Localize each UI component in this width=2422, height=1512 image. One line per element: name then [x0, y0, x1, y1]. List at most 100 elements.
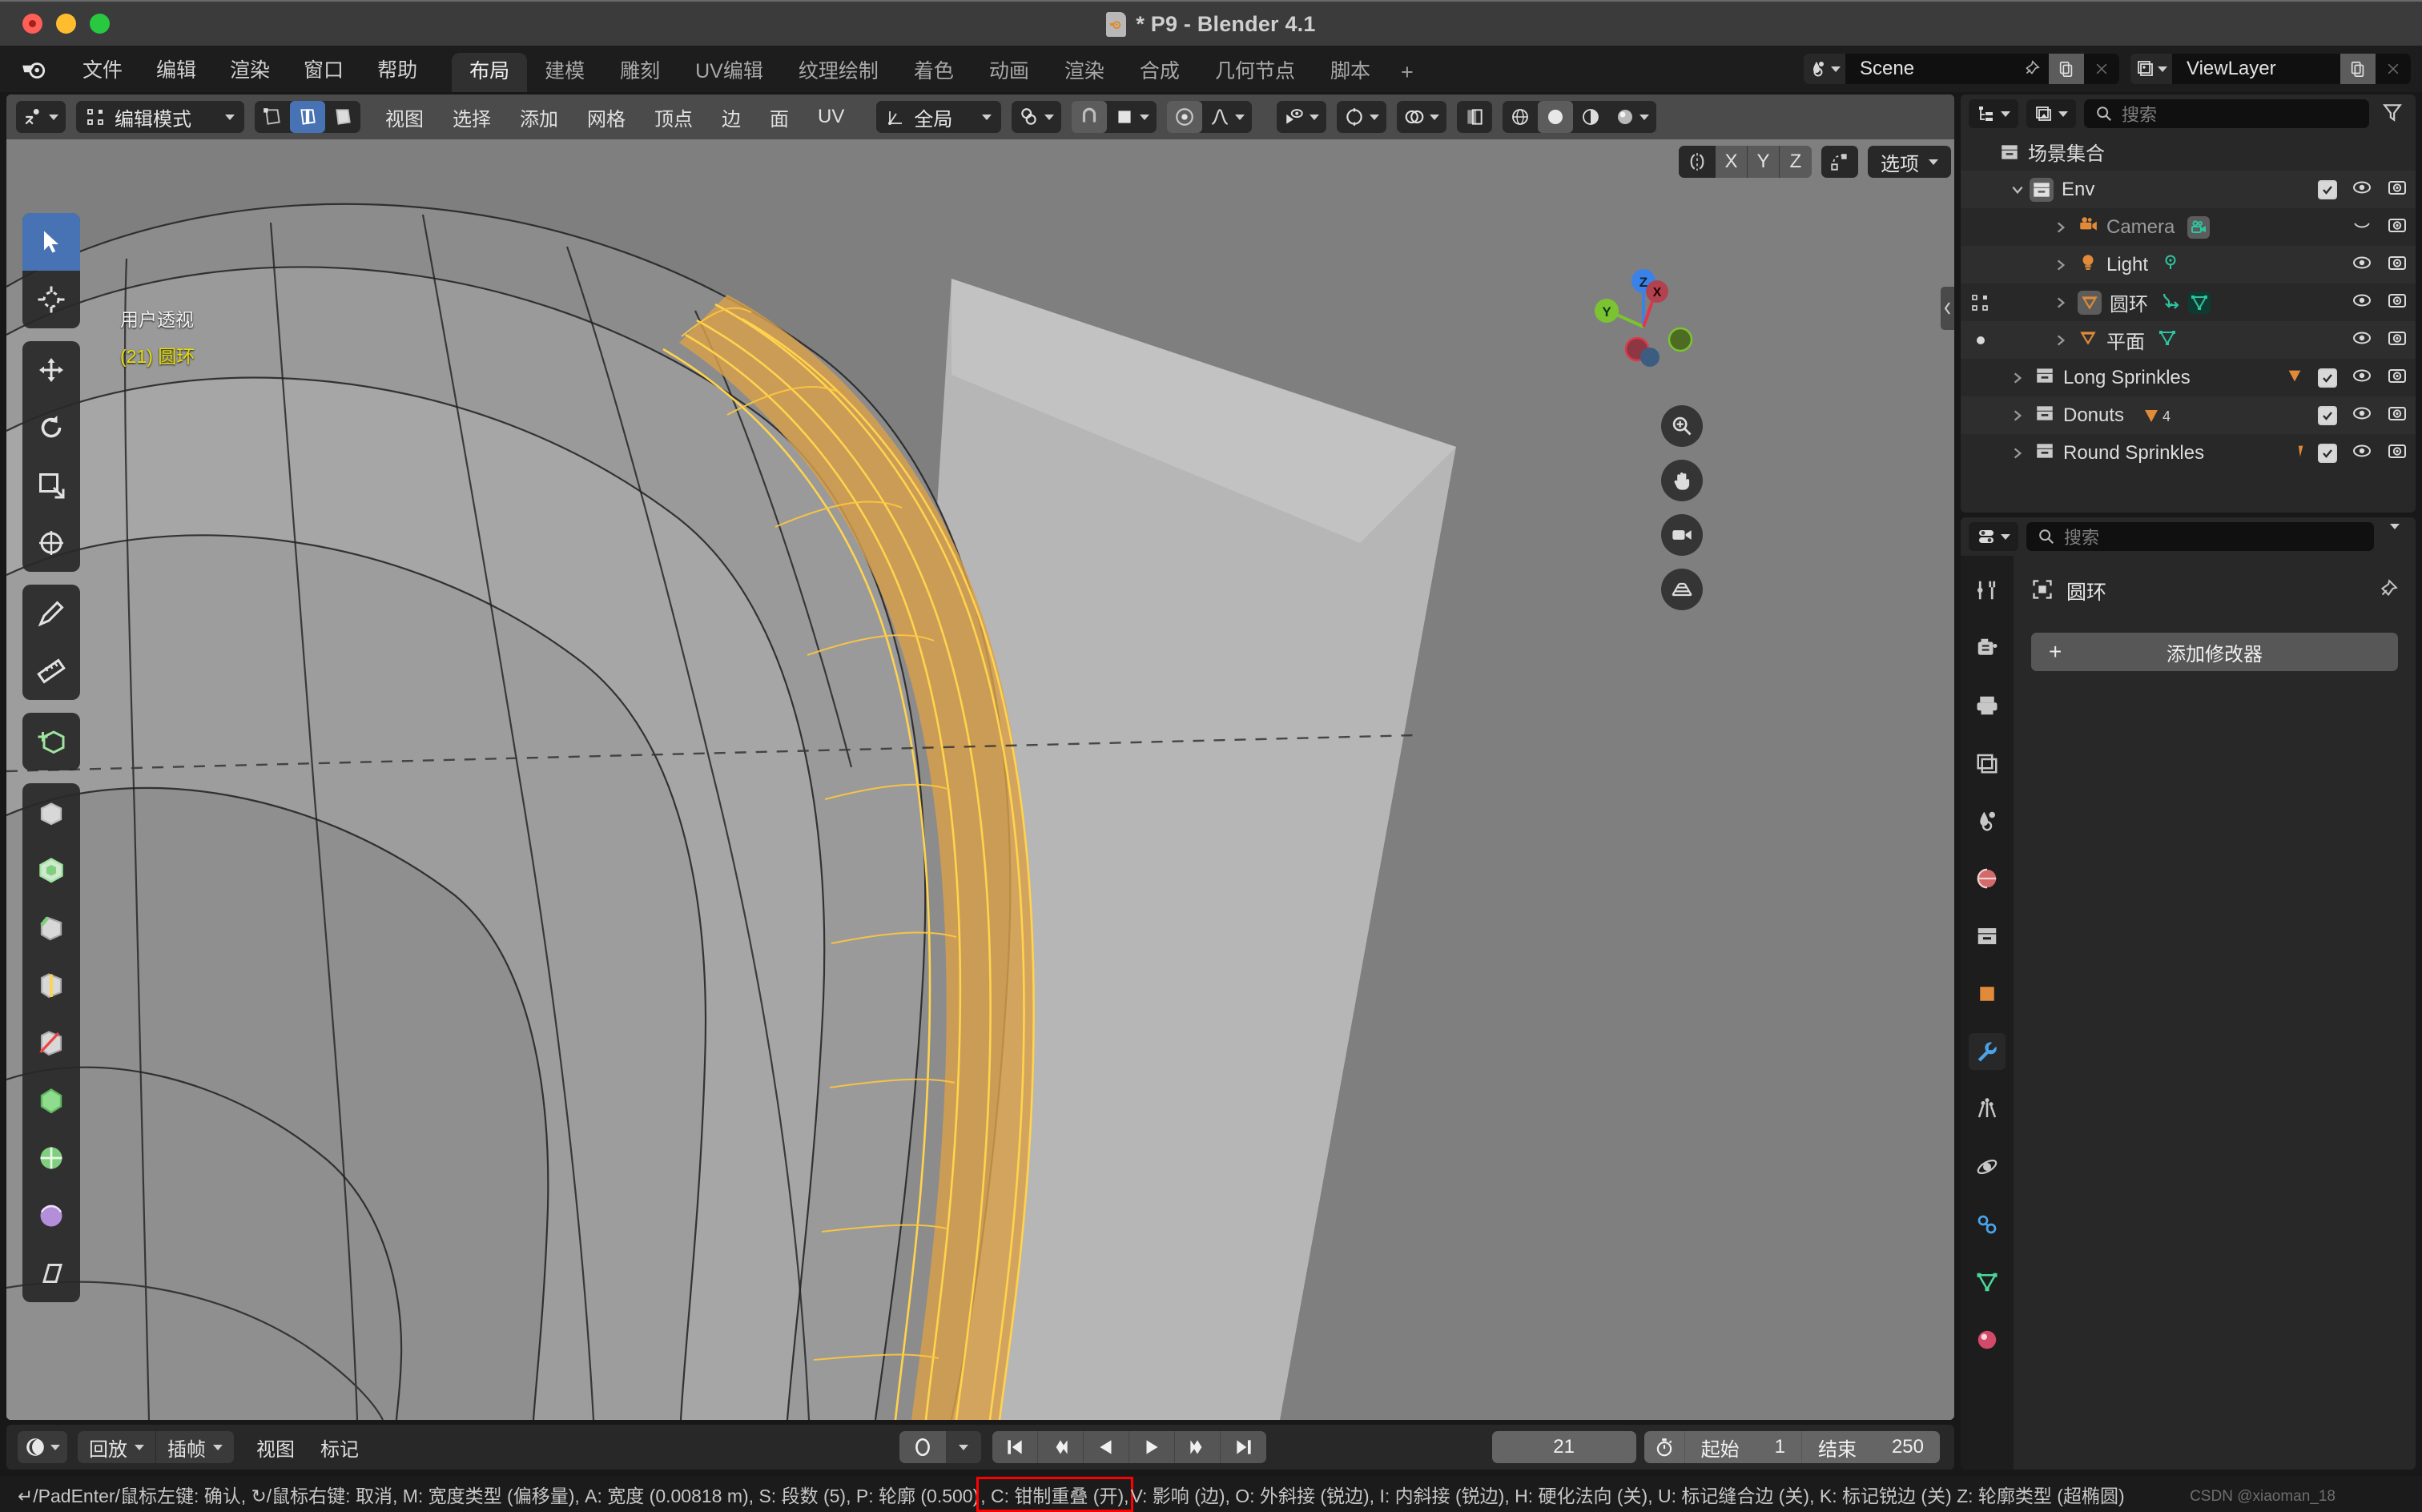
properties-editor[interactable]: 搜索	[1961, 517, 2416, 1470]
inset-faces-tool[interactable]	[22, 841, 80, 899]
expand-arrow-right-icon[interactable]	[2006, 371, 2030, 385]
keying-menu[interactable]: 插帧	[156, 1431, 234, 1463]
proportional-edit-icon[interactable]	[1167, 101, 1202, 133]
tool-tab[interactable]	[1969, 572, 2006, 609]
tab-animation[interactable]: 动画	[972, 53, 1047, 92]
zoom-icon[interactable]	[1661, 405, 1703, 447]
outliner-filter-id-dropdown[interactable]	[2026, 99, 2076, 128]
add-cube-tool[interactable]	[22, 713, 80, 770]
outliner-row-light[interactable]: Light	[1961, 246, 2416, 284]
timeline-editor-icon[interactable]	[18, 1431, 67, 1463]
visibility-eye-icon[interactable]	[2352, 179, 2372, 200]
new-viewlayer-button[interactable]	[2340, 54, 2376, 84]
checkbox-enabled[interactable]	[2318, 406, 2337, 425]
expand-arrow-right-icon[interactable]	[2049, 258, 2073, 272]
jump-to-start-icon[interactable]	[992, 1431, 1038, 1463]
blender-logo-icon[interactable]	[21, 55, 48, 82]
menu-file[interactable]: 文件	[66, 50, 139, 88]
menu-edit[interactable]: 编辑	[139, 50, 213, 88]
menu-window[interactable]: 窗口	[287, 50, 360, 88]
checkbox-enabled[interactable]	[2318, 444, 2337, 463]
pin-icon[interactable]	[2377, 579, 2398, 604]
xray-icon[interactable]	[1457, 101, 1492, 133]
tab-layout[interactable]: 布局	[452, 53, 527, 92]
playback-menu[interactable]: 回放	[78, 1431, 156, 1463]
frame-start-field[interactable]: 起始 1	[1684, 1431, 1801, 1463]
bevel-tool[interactable]	[22, 899, 80, 956]
mirror-cage-icon[interactable]	[1821, 146, 1858, 178]
visibility-eye-icon[interactable]	[2352, 292, 2372, 313]
next-keyframe-icon[interactable]	[1175, 1431, 1221, 1463]
viewport-menu-mesh[interactable]: 网格	[573, 99, 640, 136]
light-data-icon[interactable]	[2161, 253, 2180, 276]
poly-build-tool[interactable]	[22, 1072, 80, 1129]
tab-compositing[interactable]: 合成	[1122, 53, 1197, 92]
3d-viewport[interactable]: 编辑模式 视图 选择 添加 网格 顶点 边	[6, 94, 1954, 1420]
expand-arrow-right-icon[interactable]	[2006, 408, 2030, 423]
gizmo-toggle[interactable]	[1337, 101, 1386, 133]
menu-help[interactable]: 帮助	[360, 50, 434, 88]
tab-geometry-nodes[interactable]: 几何节点	[1197, 53, 1313, 92]
modifier-icon[interactable]	[2161, 291, 2180, 314]
viewport-menu-uv[interactable]: UV	[803, 101, 859, 133]
mirror-icon[interactable]	[1679, 146, 1716, 178]
render-camera-icon[interactable]	[2387, 329, 2408, 351]
transform-orientation-dropdown[interactable]: 全局	[876, 101, 1001, 133]
loop-cut-tool[interactable]	[22, 956, 80, 1014]
wireframe-shading-icon[interactable]	[1503, 101, 1538, 133]
visibility-eye-icon[interactable]	[2352, 329, 2372, 351]
material-preview-icon[interactable]	[1573, 101, 1608, 133]
scene-tab[interactable]	[1969, 802, 2006, 839]
prev-keyframe-icon[interactable]	[1038, 1431, 1084, 1463]
outliner-row-camera[interactable]: Camera	[1961, 208, 2416, 246]
mesh-data-icon[interactable]	[2158, 328, 2177, 352]
visibility-eye-icon[interactable]	[2352, 367, 2372, 388]
mirror-axis-y[interactable]: Y	[1748, 146, 1780, 178]
tab-shading[interactable]: 着色	[896, 53, 972, 92]
render-camera-icon[interactable]	[2387, 216, 2408, 238]
outliner-row-scene-collection[interactable]: 场景集合	[1961, 133, 2416, 171]
output-tab[interactable]	[1969, 687, 2006, 724]
spin-tool[interactable]	[22, 1129, 80, 1187]
camera-view-icon[interactable]	[1661, 514, 1703, 556]
mirror-axis-x[interactable]: X	[1716, 146, 1748, 178]
render-camera-icon[interactable]	[2387, 404, 2408, 426]
modifier-tab[interactable]	[1969, 1033, 2006, 1070]
visibility-eye-icon[interactable]	[2352, 442, 2372, 464]
outliner-display-mode-dropdown[interactable]	[1969, 99, 2018, 128]
timeline-editor[interactable]: 回放 插帧 视图 标记	[6, 1425, 1954, 1470]
viewport-menu-edge[interactable]: 边	[707, 99, 755, 136]
viewlayer-name[interactable]: ViewLayer	[2172, 54, 2340, 84]
scene-icon[interactable]	[1804, 54, 1845, 84]
outliner-row-donuts[interactable]: Donuts 4	[1961, 396, 2416, 434]
editor-type-selector[interactable]	[16, 101, 66, 133]
measure-tool[interactable]	[22, 642, 80, 700]
pivot-point-icon[interactable]	[1012, 101, 1061, 133]
viewport-options-dropdown[interactable]: 选项	[1868, 146, 1951, 178]
outliner-editor[interactable]: 搜索 场景集合 Env	[1961, 94, 2416, 513]
visibility-eye-icon[interactable]	[2352, 404, 2372, 426]
mesh-data-icon[interactable]	[2188, 292, 2211, 314]
expand-arrow-down-icon[interactable]	[2006, 183, 2030, 197]
timeline-menu-view[interactable]: 视图	[243, 1429, 308, 1466]
pin-icon[interactable]	[2014, 54, 2049, 84]
rendered-shading-icon[interactable]	[1608, 101, 1656, 133]
move-tool[interactable]	[22, 341, 80, 399]
current-frame-field[interactable]: 21	[1492, 1431, 1636, 1463]
edge-select-icon[interactable]	[290, 101, 325, 133]
viewport-menu-view[interactable]: 视图	[371, 99, 438, 136]
visibility-eye-icon[interactable]	[1277, 101, 1326, 133]
physics-tab[interactable]	[1969, 1148, 2006, 1185]
scale-tool[interactable]	[22, 456, 80, 514]
add-workspace-button[interactable]: +	[1388, 53, 1426, 92]
add-modifier-button[interactable]: + 添加修改器	[2031, 633, 2398, 671]
keying-set-dropdown[interactable]	[946, 1431, 981, 1463]
tab-texture-paint[interactable]: 纹理绘制	[781, 53, 896, 92]
gizmo-icon[interactable]	[1337, 101, 1386, 133]
expand-arrow-right-icon[interactable]	[2049, 220, 2073, 235]
delete-scene-button[interactable]	[2084, 54, 2119, 84]
new-scene-button[interactable]	[2049, 54, 2084, 84]
outliner-row-round-sprinkles[interactable]: Round Sprinkles	[1961, 434, 2416, 472]
collection-tab[interactable]	[1969, 918, 2006, 955]
render-camera-icon[interactable]	[2387, 254, 2408, 275]
